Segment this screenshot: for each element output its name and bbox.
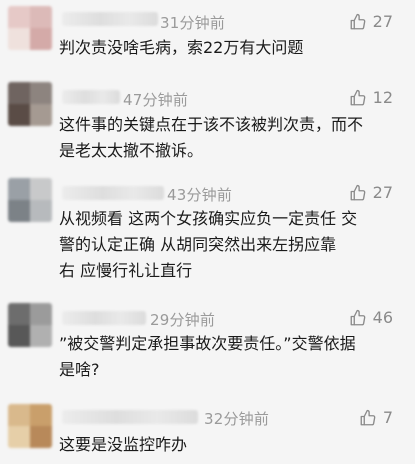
comment-text: 从视频看 这两个女孩确实应负一定责任 交 警的认定正确 从胡同突然出来左拐应靠 … xyxy=(59,209,358,280)
like-button[interactable]: 27 xyxy=(349,183,393,202)
like-count: 27 xyxy=(372,183,393,202)
thumbs-up-icon xyxy=(359,409,377,427)
comment-time: 31分钟前 xyxy=(160,14,226,32)
comment-time: 29分钟前 xyxy=(150,311,216,329)
like-button[interactable]: 12 xyxy=(349,88,393,107)
comment-text: ”被交警判定承担事故次要责任。”交警依据 是啥? xyxy=(59,334,356,379)
avatar[interactable] xyxy=(8,6,52,50)
like-count: 27 xyxy=(372,12,393,31)
thumbs-up-icon xyxy=(349,89,367,107)
comment-item: 31分钟前 27 判次责没啥毛病，索22万有大问题 xyxy=(0,0,415,70)
comment-item: 32分钟前 7 这要是没监控咋办 xyxy=(0,404,415,464)
comment-time: 43分钟前 xyxy=(167,186,233,204)
like-button[interactable]: 27 xyxy=(349,12,393,31)
like-count: 12 xyxy=(372,88,393,107)
comment-item: 43分钟前 27 从视频看 这两个女孩确实应负一定责任 交 警的认定正确 从胡同… xyxy=(0,178,415,288)
comment-text: 这要是没监控咋办 xyxy=(59,435,188,454)
avatar[interactable] xyxy=(8,178,52,222)
username-blurred[interactable] xyxy=(62,186,164,200)
thumbs-up-icon xyxy=(349,184,367,202)
like-count: 7 xyxy=(382,408,393,427)
comment-time: 47分钟前 xyxy=(123,91,189,109)
comment-text: 判次责没啥毛病，索22万有大问题 xyxy=(59,38,304,57)
comment-list: 31分钟前 27 判次责没啥毛病，索22万有大问题 47分钟前 12 这件事的关… xyxy=(0,0,415,464)
avatar[interactable] xyxy=(8,404,52,448)
username-blurred[interactable] xyxy=(62,12,158,26)
comment-item: 47分钟前 12 这件事的关键点在于该不该被判次责，而不 是老太太撤不撤诉。 xyxy=(0,82,415,172)
username-blurred[interactable] xyxy=(62,311,146,325)
username-blurred[interactable] xyxy=(62,410,198,424)
comment-item: 29分钟前 46 ”被交警判定承担事故次要责任。”交警依据 是啥? xyxy=(0,303,415,383)
comment-time: 32分钟前 xyxy=(204,410,270,428)
like-button[interactable]: 46 xyxy=(349,308,393,327)
username-blurred[interactable] xyxy=(62,90,120,104)
avatar[interactable] xyxy=(8,82,52,126)
thumbs-up-icon xyxy=(349,309,367,327)
like-button[interactable]: 7 xyxy=(359,408,393,427)
like-count: 46 xyxy=(372,308,393,327)
avatar[interactable] xyxy=(8,303,52,347)
thumbs-up-icon xyxy=(349,13,367,31)
comment-text: 这件事的关键点在于该不该被判次责，而不 是老太太撤不撤诉。 xyxy=(59,115,364,160)
